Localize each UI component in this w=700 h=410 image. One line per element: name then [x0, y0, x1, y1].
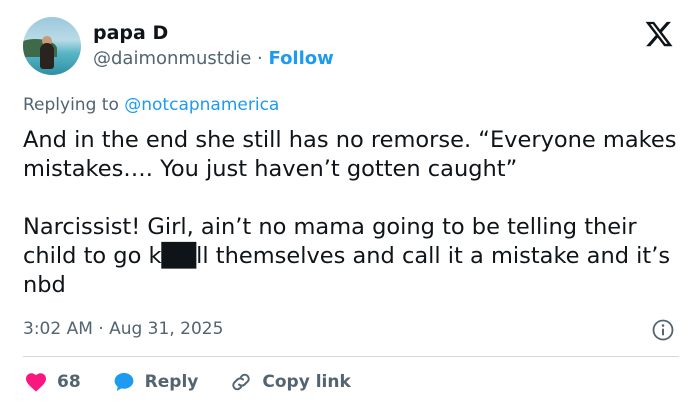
user-handle[interactable]: @daimonmustdie: [93, 48, 251, 69]
copy-link-label: Copy link: [262, 372, 351, 392]
info-icon[interactable]: [651, 318, 675, 342]
copy-link-button[interactable]: Copy link: [228, 370, 351, 394]
handle-separator: ·: [257, 48, 263, 69]
reply-button[interactable]: Reply: [111, 370, 199, 394]
x-logo-icon[interactable]: [644, 19, 674, 49]
heart-icon: [26, 373, 46, 392]
like-count: 68: [57, 372, 81, 392]
divider: [23, 356, 679, 357]
replying-to: Replying to @notcapnamerica: [23, 94, 279, 116]
tweet-text: And in the end she still has no remorse.…: [23, 127, 677, 298]
handle-row: @daimonmustdie · Follow: [93, 48, 334, 70]
like-button[interactable]: 68: [23, 370, 81, 394]
reply-mention-link[interactable]: @notcapnamerica: [124, 95, 279, 115]
link-icon: [232, 373, 251, 391]
speech-bubble-icon: [114, 373, 134, 391]
display-name[interactable]: papa D: [93, 22, 168, 44]
avatar[interactable]: [23, 17, 81, 75]
reply-label: Reply: [144, 372, 199, 392]
follow-button[interactable]: Follow: [269, 48, 334, 69]
action-bar: 68 Reply Copy link: [23, 368, 381, 396]
tweet-timestamp[interactable]: 3:02 AM · Aug 31, 2025: [23, 318, 223, 340]
avatar-person: [40, 43, 54, 69]
replying-to-label: Replying to: [23, 95, 119, 115]
